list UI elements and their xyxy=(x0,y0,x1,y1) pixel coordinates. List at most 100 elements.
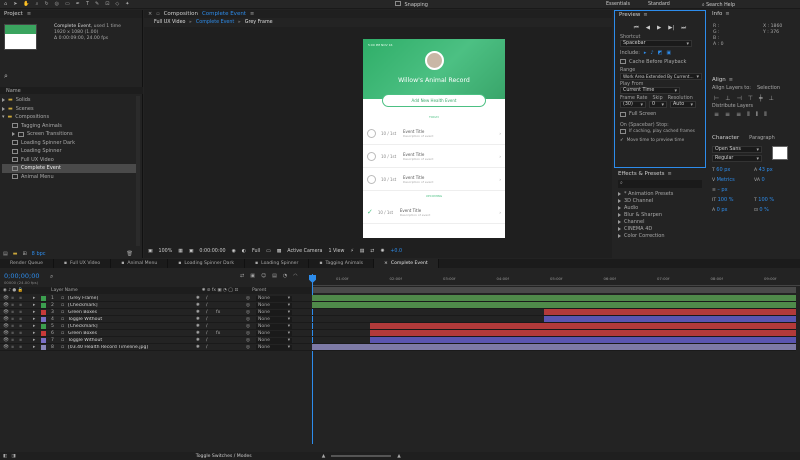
work-area-bar[interactable] xyxy=(312,287,796,293)
skip-dropdown[interactable]: 0 xyxy=(649,101,667,108)
effects-category[interactable]: Color Correction xyxy=(618,232,706,239)
quality-switch-icon[interactable]: / xyxy=(206,331,216,336)
layer-duration-bar[interactable] xyxy=(370,337,796,343)
effects-category[interactable]: * Animation Presets xyxy=(618,190,706,197)
expand-icon[interactable] xyxy=(618,212,621,217)
fill-color-swatch[interactable] xyxy=(772,146,788,160)
quality-switch-icon[interactable]: / xyxy=(206,324,216,329)
layer-name[interactable]: Toggle Without xyxy=(68,338,196,343)
next-frame-icon[interactable]: ▶| xyxy=(668,25,674,32)
lock-icon[interactable]: ▪ xyxy=(19,345,27,350)
tab-loading-spinner-dark[interactable]: ▪ Loading Spinner Dark xyxy=(168,259,246,268)
distribute-hcenter-icon[interactable]: ⫴ xyxy=(756,111,759,119)
workspace-essentials[interactable]: Essentials xyxy=(606,2,630,7)
project-item[interactable]: Tagging Animals xyxy=(2,122,140,131)
layer-duration-bar[interactable] xyxy=(544,309,796,315)
distribute-vcenter-icon[interactable]: ≡ xyxy=(725,111,730,119)
expand-icon[interactable]: ▸ xyxy=(33,324,41,329)
parent-dropdown[interactable]: None ▾ xyxy=(256,295,292,301)
effects-category[interactable]: CINEMA 4D xyxy=(618,225,706,232)
event-row[interactable]: 10 / 1st Event Title Description of event › xyxy=(363,145,505,168)
eye-icon[interactable]: 👁 xyxy=(3,310,11,315)
eye-icon[interactable]: 👁 xyxy=(3,324,11,329)
tab-render-queue[interactable]: Render Queue xyxy=(0,259,54,268)
range-dropdown[interactable]: Work Area Extended By Current... xyxy=(620,73,702,80)
font-family-dropdown[interactable]: Open Sans xyxy=(712,146,762,153)
parent-dropdown[interactable]: None ▾ xyxy=(256,337,292,343)
cache-checkbox[interactable] xyxy=(620,59,626,65)
lock-icon[interactable]: ▪ xyxy=(19,338,27,343)
parent-header[interactable]: Parent xyxy=(252,288,266,293)
composition-active-name[interactable]: Complete Event xyxy=(202,11,246,17)
info-panel-title[interactable]: Info xyxy=(712,11,722,17)
home-tool-icon[interactable]: ⌂ xyxy=(4,1,7,7)
pickwhip-icon[interactable]: ◎ xyxy=(246,303,256,308)
expand-icon[interactable] xyxy=(12,132,15,137)
timeline-search-icon[interactable]: ⌕ xyxy=(50,273,53,281)
expand-icon[interactable]: ▸ xyxy=(33,331,41,336)
lock-icon[interactable]: ▪ xyxy=(19,317,27,322)
full-screen-checkbox[interactable] xyxy=(620,111,626,117)
expand-icon[interactable] xyxy=(2,106,5,111)
chevron-right-icon[interactable]: › xyxy=(499,210,501,215)
parent-dropdown[interactable]: None ▾ xyxy=(256,323,292,329)
camera-dropdown[interactable]: Active Camera xyxy=(287,249,322,254)
chevron-right-icon[interactable]: › xyxy=(499,131,501,136)
zoom-in-icon[interactable]: ▲ xyxy=(397,454,401,459)
prev-frame-icon[interactable]: ◀ xyxy=(646,25,650,32)
tab-animal-menu[interactable]: ▪ Animal Menu xyxy=(111,259,169,268)
layer-row[interactable]: 👁 ▪ ▪ ▸ 6 ▫ Green Boxes ✺ / fx ◎ None ▾ xyxy=(0,330,311,337)
distribute-left-icon[interactable]: ⫴ xyxy=(747,111,750,119)
layer-row[interactable]: 👁 ▪ ▪ ▸ 5 ▫ [Checkmark] ✺ / ◎ None ▾ xyxy=(0,323,311,330)
project-item[interactable]: Loading Spinner xyxy=(2,147,140,156)
shy-switch-icon[interactable]: ✺ xyxy=(196,317,206,322)
project-item-selected[interactable]: Complete Event xyxy=(2,164,140,173)
add-event-button[interactable]: Add New Health Event xyxy=(382,94,486,107)
event-row[interactable]: 10 / 1st Event Title Description of event › xyxy=(363,168,505,191)
layer-row[interactable]: 👁 ▪ ▪ ▸ 8 ▫ [03.40 Health Record Timeline.jpg]… xyxy=(0,344,311,351)
timecode-display[interactable]: 0:00:00:00 xyxy=(199,249,225,254)
layer-controls-icon[interactable]: ▣ xyxy=(666,50,671,56)
layer-duration-bar[interactable] xyxy=(544,316,796,322)
eye-icon[interactable]: 👁 xyxy=(3,303,11,308)
shy-switch-icon[interactable]: ✺ xyxy=(196,324,206,329)
lock-icon[interactable]: ▪ xyxy=(19,324,27,329)
layer-row[interactable]: 👁 ▪ ▪ ▸ 1 ▫ [Grey Frame] ✺ / ◎ None ▾ xyxy=(0,295,311,302)
shy-switch-icon[interactable]: ✺ xyxy=(196,296,206,301)
exposure-icon[interactable]: ✺ xyxy=(380,249,384,254)
expand-icon[interactable] xyxy=(618,226,621,231)
lock-icon[interactable]: ▪ xyxy=(19,303,27,308)
panel-menu-icon[interactable]: ≡ xyxy=(643,12,647,18)
effects-category[interactable]: Audio xyxy=(618,204,706,211)
panel-menu-icon[interactable]: ≡ xyxy=(729,77,733,83)
camera-tool-icon[interactable]: ◎ xyxy=(55,1,59,7)
layer-name[interactable]: [Checkmark] xyxy=(68,324,196,329)
expand-icon[interactable] xyxy=(618,219,621,224)
shy-layers-icon[interactable]: ☺ xyxy=(261,273,266,279)
pickwhip-icon[interactable]: ◎ xyxy=(246,310,256,315)
align-to-dropdown[interactable]: Selection xyxy=(757,85,780,91)
shortcut-dropdown[interactable]: Spacebar xyxy=(620,40,692,47)
align-vcenter-icon[interactable]: ╪ xyxy=(759,95,763,102)
expand-icon[interactable] xyxy=(618,205,621,210)
label-color-chip[interactable] xyxy=(41,302,46,308)
lock-icon[interactable]: ▪ xyxy=(19,296,27,301)
timeline-icon[interactable]: ▤ xyxy=(360,249,365,254)
shy-switch-icon[interactable]: ✺ xyxy=(196,345,206,350)
text-tool-icon[interactable]: T xyxy=(86,1,89,7)
cache-before-playback[interactable]: Cache Before Playback xyxy=(620,58,700,67)
solo-icon[interactable]: ▪ xyxy=(11,296,19,301)
stop-option-move-time[interactable]: ✓ Move time to preview time xyxy=(620,136,700,145)
expand-transfer-icon[interactable]: ◨ xyxy=(11,454,15,459)
project-search-icon[interactable]: ⌕ xyxy=(4,72,8,81)
shy-switch-icon[interactable]: ✺ xyxy=(196,338,206,343)
expand-icon[interactable] xyxy=(618,233,621,238)
crumb[interactable]: Full UX Video xyxy=(154,20,186,25)
close-icon[interactable]: × xyxy=(148,11,152,17)
zoom-dropdown[interactable]: 100% xyxy=(159,249,173,254)
grid-icon[interactable]: ▣ xyxy=(189,249,194,254)
frame-rate-dropdown[interactable]: (30) xyxy=(620,101,646,108)
align-panel-title[interactable]: Align xyxy=(712,77,726,83)
fx-switch-icon[interactable]: fx xyxy=(216,331,246,336)
phone-artboard[interactable]: 5:00 PM NOV 16 Willow's Animal Record Ad… xyxy=(363,39,505,238)
